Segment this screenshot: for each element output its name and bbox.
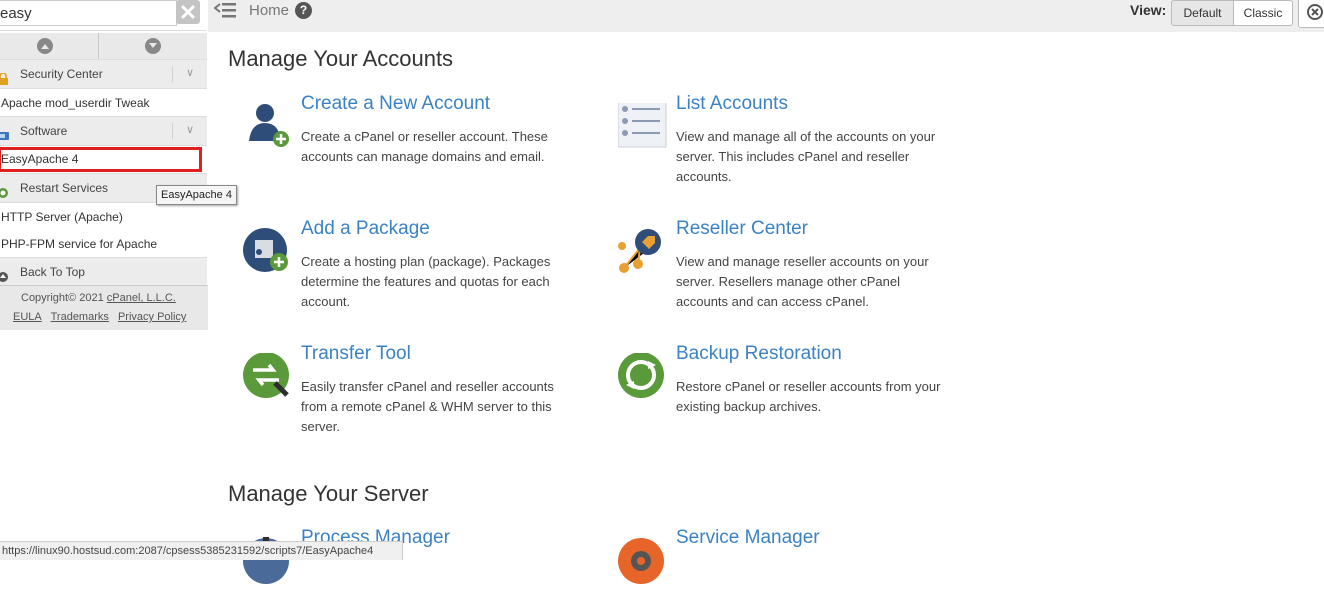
card-description: Easily transfer cPanel and reseller acco… [301,379,554,434]
sidebar-category-label: Back To Top [20,265,85,279]
card-title[interactable]: Reseller Center [676,218,808,240]
view-classic-button[interactable]: Classic [1233,0,1293,26]
reseller-tag-icon [618,228,668,278]
company-link[interactable]: cPanel, L.L.C. [107,292,176,304]
sidebar-item-php-fpm[interactable]: PHP-FPM service for Apache [0,230,207,258]
card-title[interactable]: Service Manager [676,527,820,549]
card-title[interactable]: List Accounts [676,93,788,115]
user-add-icon [243,103,293,153]
status-bar-url: https://linux90.hostsud.com:2087/cpsess5… [0,541,403,560]
card-description: View and manage all of the accounts on y… [676,129,936,184]
software-icon [0,124,10,140]
help-icon[interactable]: ? [295,2,312,19]
restart-icon [0,181,10,198]
sidebar-item-label: PHP-FPM service for Apache [1,237,158,251]
breadcrumb[interactable]: Home [249,2,289,19]
card-description: Restore cPanel or reseller accounts from… [676,379,941,414]
package-add-icon [243,228,293,278]
sidebar-search [0,0,206,31]
arrow-up-circle-icon [0,265,10,282]
list-accounts-icon [617,100,668,153]
lock-icon [0,67,10,85]
trademarks-link[interactable]: Trademarks [51,311,109,323]
view-default-button[interactable]: Default [1171,0,1234,26]
sidebar-item-http-server[interactable]: HTTP Server (Apache) [0,203,207,231]
sidebar-category-label: Software [20,124,68,138]
close-button[interactable] [1298,0,1324,28]
footer-links: EULA Trademarks Privacy Policy [13,311,192,323]
transfer-icon [243,352,293,403]
main-content: Manage Your Accounts Create a New Accoun… [208,32,1324,584]
highlight-box [0,147,202,172]
service-manager-icon [618,537,668,587]
section-title: Manage Your Server [228,481,429,506]
sidebar-category-label: Security Center [20,67,103,81]
copyright: Copyright© 2021 cPanel, L.L.C. [21,292,176,304]
scroll-down-button[interactable] [100,33,207,59]
card-title[interactable]: Create a New Account [301,93,490,115]
chevron-down-icon [145,38,161,54]
sidebar-footer: Copyright© 2021 cPanel, L.L.C. EULA Trad… [0,285,208,330]
chevron-up-icon [37,38,53,54]
copyright-text: Copyright© 2021 [21,292,107,304]
menu-toggle-icon[interactable] [213,2,236,18]
sidebar-item-label: HTTP Server (Apache) [1,210,123,224]
scroll-up-button[interactable] [0,33,99,59]
card-title[interactable]: Add a Package [301,218,430,240]
card-description: Create a hosting plan (package). Package… [301,254,551,309]
card-title[interactable]: Backup Restoration [676,343,842,365]
sidebar-category-software[interactable]: Software ∨ [0,116,207,146]
search-input[interactable] [0,0,177,26]
sidebar-category-security-center[interactable]: Security Center ∨ [0,59,207,89]
card-description: View and manage reseller accounts on you… [676,254,929,309]
sidebar-scroll-controls [0,33,207,60]
close-icon [181,5,195,19]
eula-link[interactable]: EULA [13,311,42,323]
sidebar: Security Center ∨ Apache mod_userdir Twe… [0,0,237,560]
sidebar-category-label: Restart Services [20,181,109,195]
privacy-policy-link[interactable]: Privacy Policy [118,311,186,323]
top-bar: Home ? View: Default Classic [208,0,1324,32]
chevron-down-icon[interactable]: ∨ [172,66,207,82]
card-description: Create a cPanel or reseller account. The… [301,129,548,164]
close-circle-icon [1307,4,1323,20]
sidebar-back-to-top[interactable]: Back To Top [0,257,207,287]
sidebar-item-apache-mod-userdir[interactable]: Apache mod_userdir Tweak [0,89,207,117]
card-title[interactable]: Transfer Tool [301,343,411,365]
clear-search-button[interactable] [176,0,200,24]
sidebar-item-label: Apache mod_userdir Tweak [1,96,150,110]
backup-restore-icon [618,352,668,403]
chevron-down-icon[interactable]: ∨ [172,123,207,139]
view-label: View: [1130,2,1167,18]
section-title: Manage Your Accounts [228,46,454,71]
